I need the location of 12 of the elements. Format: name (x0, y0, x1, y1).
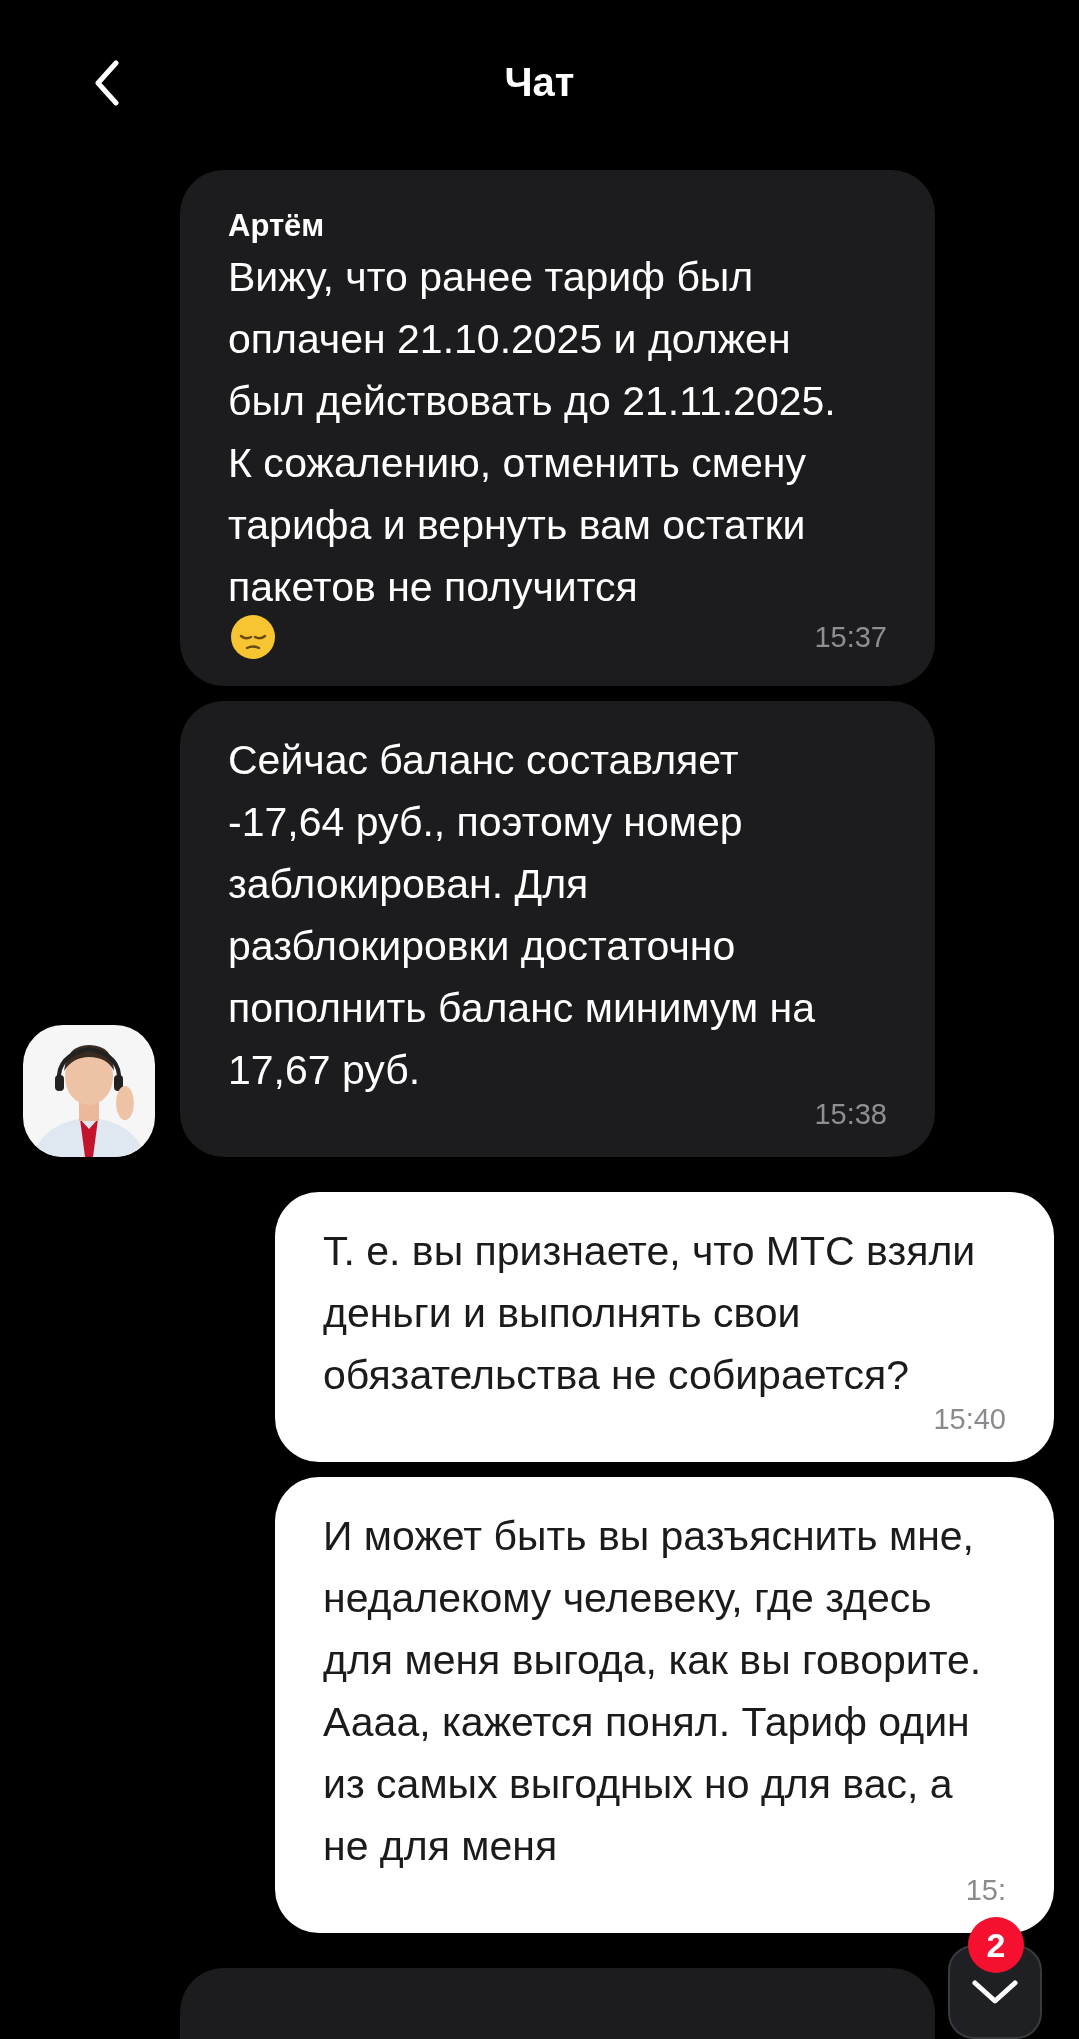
message-time: 15:38 (814, 1097, 887, 1131)
message-time: 15:37 (814, 620, 887, 654)
message-time: 15:40 (933, 1402, 1006, 1436)
author-name: Артём (228, 207, 326, 245)
message-text: И может быть вы разъяснить мне, недалекому челевеку, где здесь для меня выгода, как вы говорите. Аааа, кажется понял. Тариф один из самых выгодных но для вас, а не для меня (323, 1512, 983, 1871)
message-text: Т. е. вы признаете, что МТС взяли деньги и выполнять свои обязательства не собирается? (323, 1227, 977, 1400)
chevron-down-icon (972, 1979, 1018, 2005)
message-text: Вижу, что ранее тариф был оплачен 21.10.2025 и должен был действовать до 21.11.2025. К сожалению, отменить смену тарифа и вернуть вам остатки пакетов не получится (228, 253, 837, 612)
back-icon (94, 60, 120, 106)
screen-title: Чат (504, 60, 575, 105)
message-time: 15: (965, 1873, 1006, 1907)
message-text: Сейчас баланс составляет -17,64 руб., поэтому номер заблокирован. Для разблокировки достаточно пополнить баланс минимум на 17,67 руб. (228, 736, 817, 1095)
